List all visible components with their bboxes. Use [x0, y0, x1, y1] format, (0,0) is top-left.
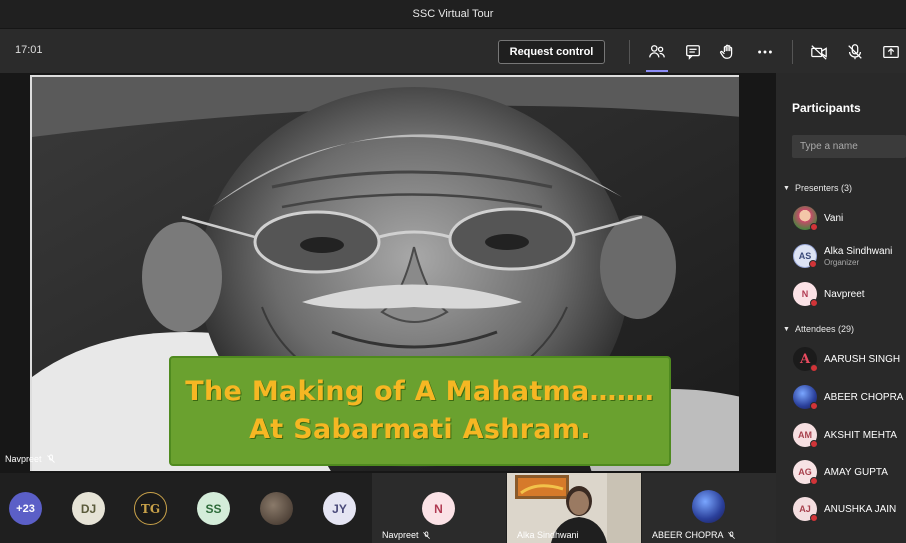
participant-row-abeer-chopra[interactable]: ABEER CHOPRA: [793, 383, 903, 411]
participant-name: AARUSH SINGH: [824, 353, 901, 365]
people-icon[interactable]: [646, 41, 668, 63]
status-dot: [810, 477, 818, 485]
people-tab-indicator: [646, 70, 668, 72]
participant-avatar: AG: [793, 460, 818, 485]
participant-avatar: A: [793, 347, 818, 372]
participant-row-anushka-jain[interactable]: AJ ANUSHKA JAIN: [793, 495, 896, 523]
status-dot: [810, 299, 818, 307]
active-speaker-label: Navpreet: [5, 454, 56, 464]
participant-row-navpreet[interactable]: N Navpreet: [793, 280, 865, 308]
avatar-initials: AM: [798, 430, 812, 440]
mic-off-icon: [46, 454, 55, 463]
toolbar-divider: [629, 40, 630, 64]
avatar-initials: AS: [798, 251, 812, 261]
participant-name: Navpreet: [824, 288, 865, 300]
shared-slide: The Making of A Mahatma……. At Sabarmati …: [30, 75, 739, 471]
participant-avatar: N: [793, 282, 818, 307]
more-options-icon[interactable]: [754, 41, 776, 63]
slide-title-line-1: The Making of A Mahatma…….: [185, 376, 655, 407]
status-dot: [809, 260, 817, 268]
title-bar: SSC Virtual Tour: [0, 0, 906, 29]
video-tile-navpreet[interactable]: N Navpreet: [372, 473, 506, 543]
participant-name: Alka Sindhwani: [824, 245, 893, 257]
tile-avatar: [692, 490, 725, 523]
participant-role: Organizer: [824, 257, 860, 267]
chat-icon[interactable]: [682, 41, 704, 63]
mic-off-icon: [727, 530, 735, 539]
mic-off-icon: [422, 530, 430, 539]
camera-off-icon[interactable]: [808, 41, 830, 63]
participant-name: AMAY GUPTA: [824, 466, 888, 478]
participant-row-aarush-singh[interactable]: A AARUSH SINGH: [793, 345, 900, 373]
raise-hand-icon[interactable]: [717, 41, 739, 63]
attendees-label: Attendees (29): [794, 324, 854, 334]
status-dot: [810, 440, 818, 448]
participant-avatar: AJ: [793, 497, 818, 522]
participant-row-akshit-mehta[interactable]: AM AKSHIT MEHTA: [793, 421, 897, 449]
speaker-name: Navpreet: [5, 454, 42, 464]
tile-name-label: ABEER CHOPRA: [652, 530, 736, 540]
status-dot: [810, 223, 818, 231]
mic-off-icon[interactable]: [844, 41, 866, 63]
tile-name-label: Alka Sindhwani: [517, 530, 579, 540]
participant-name: ABEER CHOPRA: [824, 391, 904, 403]
chevron-down-icon: ▼: [783, 184, 790, 192]
presenters-section-header[interactable]: ▼ Presenters (3): [783, 183, 852, 193]
participant-row-vani[interactable]: Vani: [793, 204, 843, 232]
participant-avatar: [793, 385, 818, 410]
participant-name: AKSHIT MEHTA: [824, 429, 897, 441]
slide-title-line-2: At Sabarmati Ashram.: [249, 414, 591, 445]
participant-avatar[interactable]: SS: [197, 492, 230, 525]
avatar-initials: AJ: [799, 504, 811, 514]
shared-content-stage: The Making of A Mahatma……. At Sabarmati …: [0, 73, 776, 473]
tile-name: Alka Sindhwani: [517, 530, 579, 540]
participant-name: Vani: [824, 212, 844, 224]
video-tile-abeer-chopra[interactable]: ABEER CHOPRA: [642, 473, 776, 543]
chevron-down-icon: ▼: [783, 325, 790, 333]
participant-avatar: [793, 206, 818, 231]
share-tray-icon[interactable]: [880, 41, 902, 63]
tile-avatar: N: [422, 492, 455, 525]
teams-meeting-window: SSC Virtual Tour 17:01 Request control T…: [0, 0, 906, 543]
participant-row-alka-sindhwani[interactable]: AS Alka Sindhwani Organizer: [793, 242, 892, 270]
status-dot: [810, 514, 818, 522]
status-dot: [810, 364, 818, 372]
participant-row-amay-gupta[interactable]: AG AMAY GUPTA: [793, 458, 888, 486]
slide-title-banner: The Making of A Mahatma……. At Sabarmati …: [169, 356, 671, 466]
status-dot: [810, 402, 818, 410]
presenters-label: Presenters (3): [794, 183, 852, 193]
participant-avatar[interactable]: DJ: [72, 492, 105, 525]
participant-avatar[interactable]: JY: [323, 492, 356, 525]
participant-name: ANUSHKA JAIN: [824, 503, 897, 515]
tile-name: Navpreet: [382, 530, 419, 540]
participant-name-block: Alka Sindhwani Organizer: [824, 246, 892, 267]
avatar-initials: AG: [798, 467, 812, 477]
tile-name-label: Navpreet: [382, 530, 431, 540]
window-title: SSC Virtual Tour: [412, 8, 494, 20]
avatar-initials: N: [801, 289, 809, 299]
toolbar-divider: [792, 40, 793, 64]
participant-avatar: AM: [793, 423, 818, 448]
participant-avatar[interactable]: TG: [134, 492, 167, 525]
tile-name: ABEER CHOPRA: [652, 530, 724, 540]
participant-search-input[interactable]: [792, 135, 906, 158]
request-control-button[interactable]: Request control: [498, 40, 605, 64]
participant-strip: +23 DJ TG SS JY N Navpreet Alka Sindhwan…: [0, 473, 776, 543]
participant-avatar[interactable]: [260, 492, 293, 525]
meeting-timer: 17:01: [15, 44, 43, 56]
overflow-participants-count[interactable]: +23: [9, 492, 42, 525]
avatar-initials: A: [799, 351, 811, 367]
video-tile-alka-sindhwani[interactable]: Alka Sindhwani: [507, 473, 641, 543]
panel-title: Participants: [792, 101, 861, 115]
participant-avatar: AS: [793, 244, 817, 268]
participants-panel: Participants ▼ Presenters (3) Vani AS Al…: [776, 73, 906, 543]
attendees-section-header[interactable]: ▼ Attendees (29): [783, 324, 854, 334]
meeting-toolbar: 17:01 Request control: [0, 29, 906, 73]
